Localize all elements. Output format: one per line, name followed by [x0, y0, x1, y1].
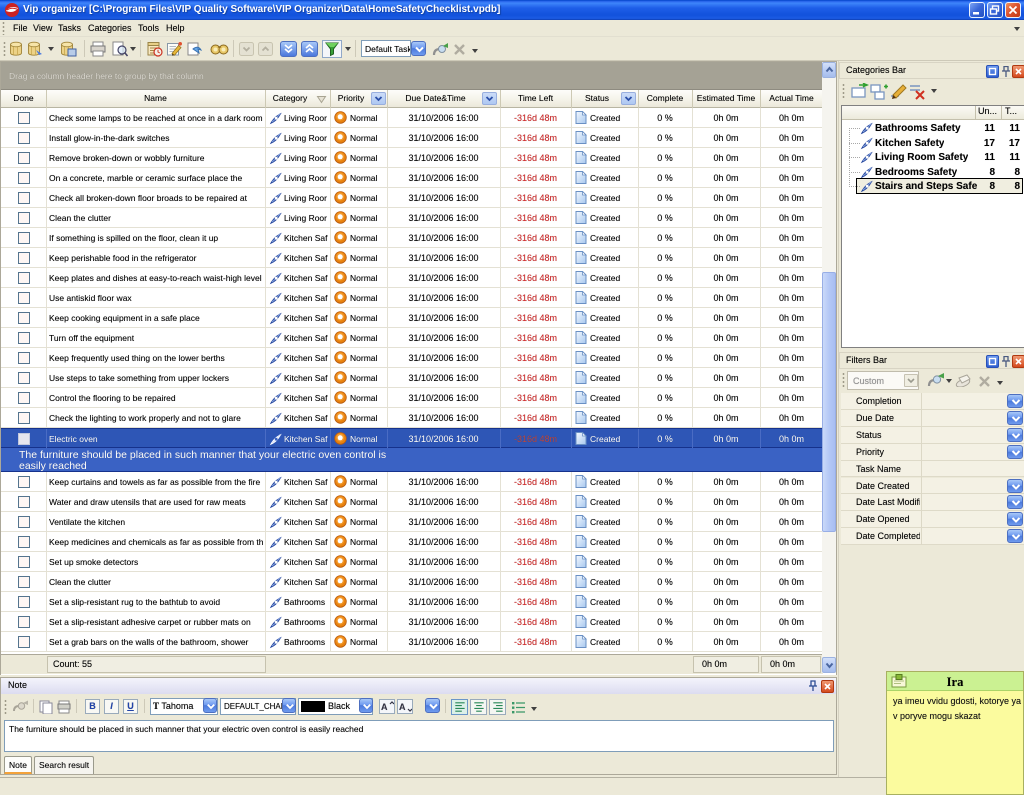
svg-text:A: A: [381, 702, 388, 712]
svg-text:A: A: [399, 702, 406, 712]
